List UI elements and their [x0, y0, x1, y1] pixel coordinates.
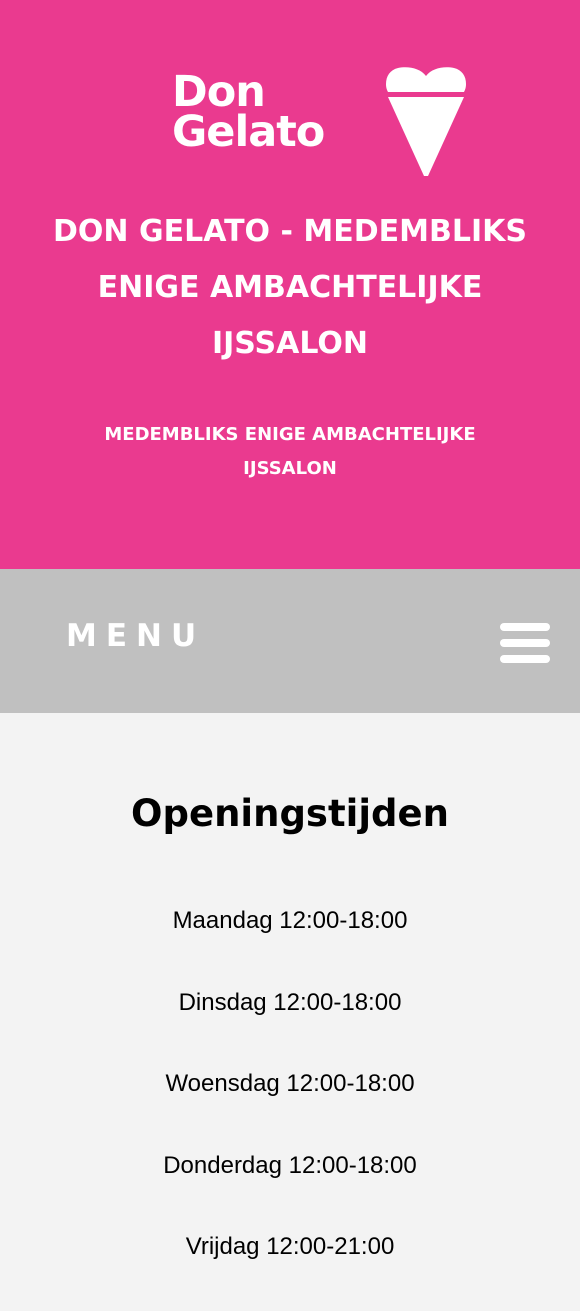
menu-label[interactable]: MENU: [66, 616, 205, 656]
ice-cream-heart-icon: [386, 67, 466, 176]
hamburger-icon[interactable]: [500, 623, 550, 663]
site-logo[interactable]: Don Gelato: [172, 66, 468, 178]
site-title: DON GELATO - MEDEMBLIKS ENIGE AMBACHTELI…: [53, 214, 527, 361]
site-header: Don Gelato DON GELATO - MEDEMBLIKS ENIGE…: [0, 0, 580, 569]
hamburger-bar-bottom: [500, 655, 550, 663]
site-tagline: MEDEMBLIKS ENIGE AMBACHTELIJKE IJSSALON: [104, 424, 476, 479]
logo-wordmark: Don Gelato: [172, 67, 325, 157]
opening-hours-item: Dinsdag 12:00-18:00: [178, 988, 402, 1016]
opening-hours-heading: Openingstijden: [131, 792, 449, 835]
hamburger-bar-top: [500, 623, 550, 631]
opening-hours-item: Donderdag 12:00-18:00: [163, 1151, 417, 1179]
logo-line-2: Gelato: [172, 107, 325, 157]
opening-hours-list: Maandag 12:00-18:00 Dinsdag 12:00-18:00 …: [0, 903, 580, 1311]
opening-hours-item: Vrijdag 12:00-21:00: [185, 1233, 395, 1260]
opening-hours-item: Woensdag 12:00-18:00: [165, 1070, 415, 1097]
opening-hours-item: Maandag 12:00-18:00: [172, 907, 408, 934]
hamburger-bar-middle: [500, 639, 550, 647]
main-content: Openingstijden Maandag 12:00-18:00 Dinsd…: [0, 713, 580, 1264]
logo-line-1: Don: [172, 67, 266, 117]
